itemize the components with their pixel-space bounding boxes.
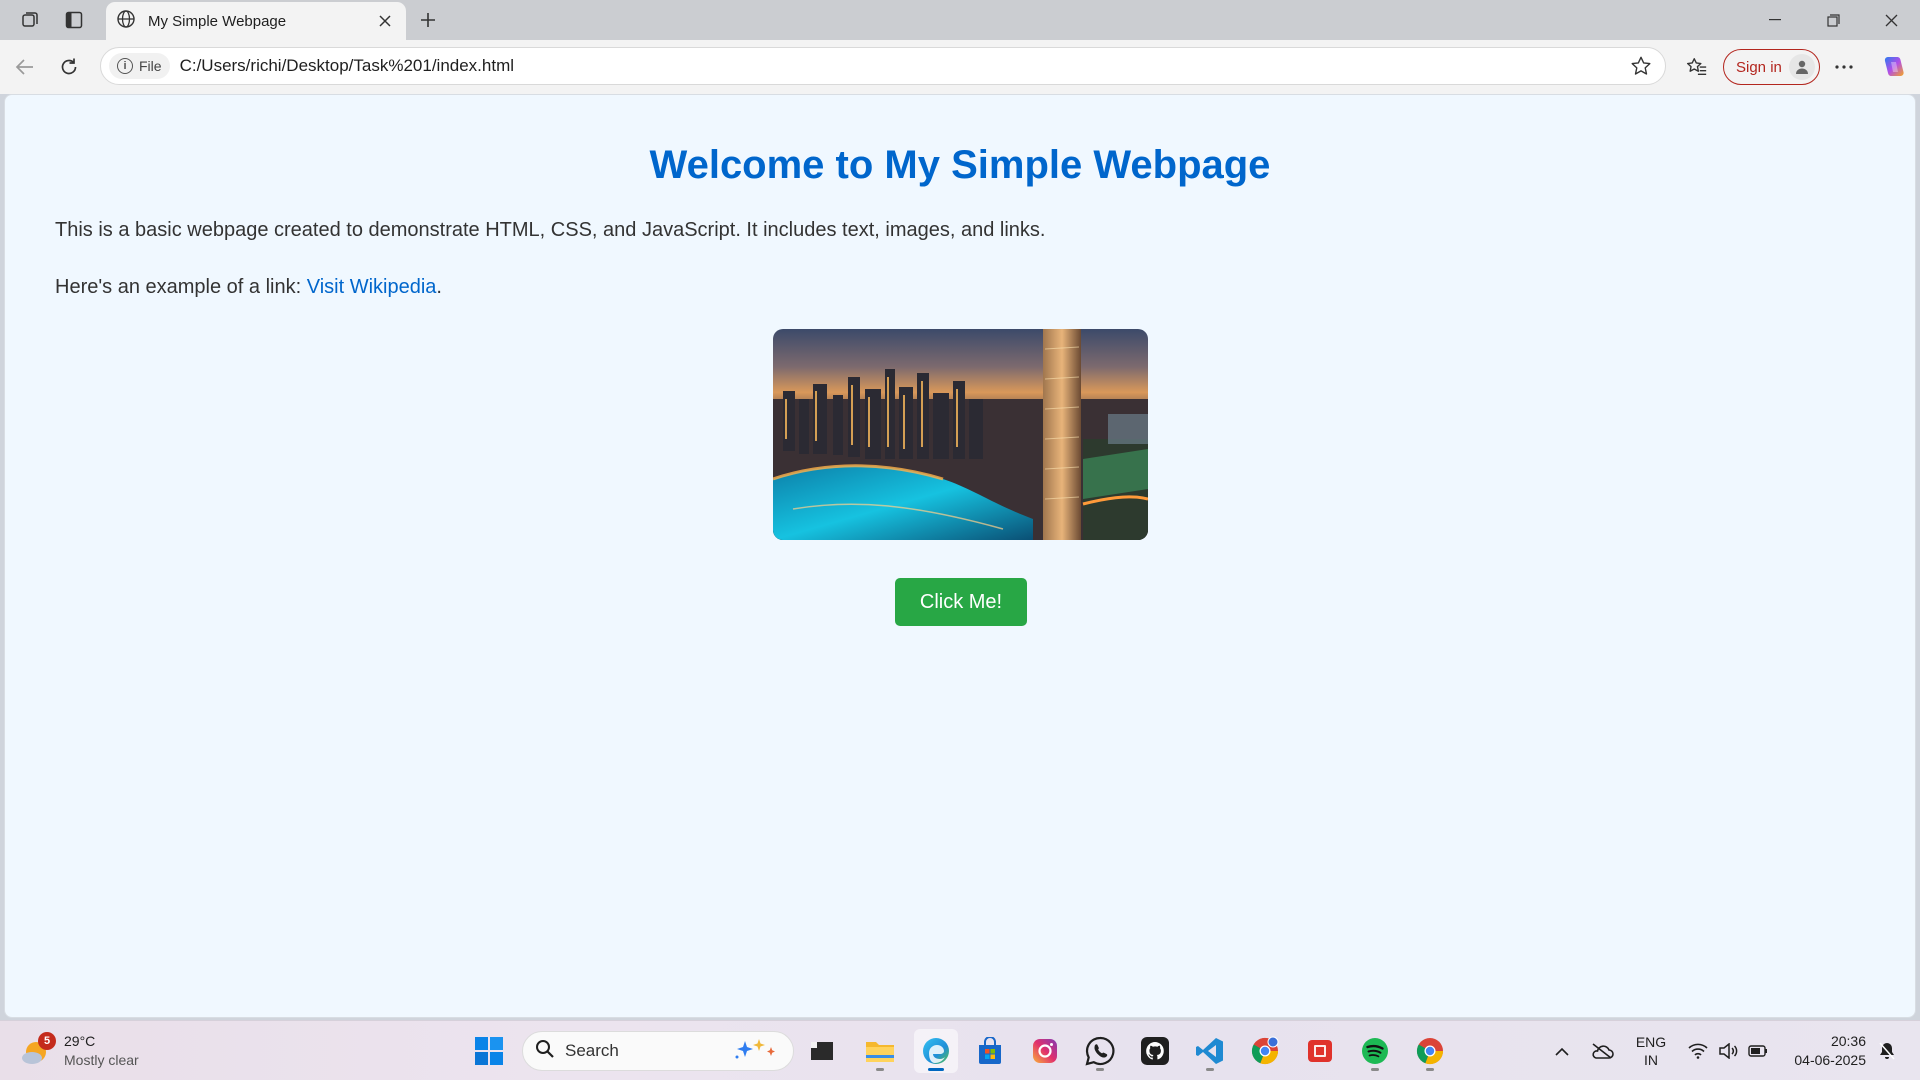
- microsoft-store-icon[interactable]: [968, 1029, 1012, 1073]
- running-indicator: [876, 1068, 884, 1071]
- wifi-icon[interactable]: [1684, 1031, 1712, 1071]
- edge-icon[interactable]: [914, 1029, 958, 1073]
- back-arrow-icon[interactable]: [8, 51, 42, 83]
- vscode-icon[interactable]: [1188, 1029, 1232, 1073]
- running-indicator: [1206, 1068, 1214, 1071]
- profile-avatar-icon: [1789, 54, 1815, 80]
- chrome-icon[interactable]: [1408, 1029, 1452, 1073]
- intro-paragraph: This is a basic webpage created to demon…: [55, 219, 1046, 241]
- weather-widget[interactable]: 5 29°C Mostly clear: [20, 1029, 139, 1073]
- browser-toolbar: i File C:/Users/richi/Desktop/Task%201/i…: [0, 40, 1920, 94]
- clock-time: 20:36: [1830, 1033, 1866, 1049]
- weather-badge: 5: [38, 1032, 56, 1050]
- close-window-icon[interactable]: [1862, 0, 1920, 40]
- file-label: File: [139, 58, 162, 74]
- link-paragraph: Here's an example of a link: Visit Wikip…: [55, 276, 442, 299]
- chrome-profile-icon[interactable]: [1243, 1029, 1287, 1073]
- whatsapp-icon[interactable]: [1078, 1029, 1122, 1073]
- search-icon: [535, 1039, 555, 1064]
- running-indicator: [1426, 1068, 1434, 1071]
- copilot-icon[interactable]: [1876, 51, 1910, 83]
- link-suffix: .: [436, 276, 442, 298]
- running-indicator: [928, 1068, 944, 1071]
- refresh-icon[interactable]: [52, 51, 86, 83]
- favorite-star-icon[interactable]: [1623, 50, 1659, 82]
- workspaces-icon[interactable]: [14, 6, 46, 34]
- minimize-icon[interactable]: [1746, 0, 1804, 40]
- url-text[interactable]: C:/Users/richi/Desktop/Task%201/index.ht…: [180, 56, 1623, 76]
- weather-temperature: 29°C: [64, 1033, 96, 1049]
- sign-in-label: Sign in: [1736, 58, 1782, 76]
- new-tab-icon[interactable]: [412, 6, 444, 34]
- wikipedia-link[interactable]: Visit Wikipedia: [307, 276, 437, 298]
- more-options-icon[interactable]: [1827, 51, 1861, 83]
- clock-date: 04-06-2025: [1794, 1052, 1866, 1068]
- language-region: IN: [1644, 1052, 1658, 1068]
- favorites-icon[interactable]: [1680, 51, 1714, 83]
- vertical-tabs-icon[interactable]: [58, 6, 90, 34]
- copilot-sparkle-icon: [731, 1037, 779, 1066]
- input-language-indicator[interactable]: ENG IN: [1628, 1031, 1674, 1071]
- city-skyline-image: [773, 329, 1148, 540]
- search-label: Search: [565, 1041, 619, 1060]
- tab-bar: My Simple Webpage: [0, 0, 1920, 40]
- battery-icon[interactable]: [1744, 1031, 1772, 1071]
- click-me-button[interactable]: Click Me!: [895, 578, 1027, 626]
- clock[interactable]: 20:36 04-06-2025: [1780, 1031, 1866, 1071]
- globe-icon: [116, 9, 136, 34]
- close-tab-icon[interactable]: [374, 10, 396, 32]
- start-windows-icon[interactable]: [467, 1029, 511, 1073]
- info-icon: i: [117, 58, 133, 74]
- running-indicator: [1371, 1068, 1379, 1071]
- tab-title: My Simple Webpage: [148, 12, 287, 30]
- taskbar-search[interactable]: Search: [522, 1031, 794, 1071]
- volume-icon[interactable]: [1714, 1031, 1742, 1071]
- taskbar: 5 29°C Mostly clear Search ENG IN 20:36 …: [0, 1020, 1920, 1080]
- link-prefix: Here's an example of a link:: [55, 276, 307, 298]
- weather-moon-cloud-icon: 5: [20, 1032, 56, 1068]
- language-code: ENG: [1635, 1034, 1667, 1050]
- address-bar[interactable]: i File C:/Users/richi/Desktop/Task%201/i…: [100, 47, 1666, 85]
- page-heading: Welcome to My Simple Webpage: [649, 143, 1271, 187]
- sign-in-button[interactable]: Sign in: [1723, 49, 1820, 85]
- red-app-icon[interactable]: [1298, 1029, 1342, 1073]
- onedrive-offline-icon[interactable]: [1586, 1031, 1618, 1071]
- spotify-icon[interactable]: [1353, 1029, 1397, 1073]
- site-info-chip[interactable]: i File: [109, 53, 170, 79]
- page-viewport: Welcome to My Simple Webpage This is a b…: [4, 94, 1916, 1018]
- weather-condition: Mostly clear: [64, 1052, 139, 1068]
- file-explorer-icon[interactable]: [858, 1029, 902, 1073]
- show-hidden-icons-chevron-up-icon[interactable]: [1548, 1031, 1576, 1071]
- github-icon[interactable]: [1133, 1029, 1177, 1073]
- instagram-icon[interactable]: [1023, 1029, 1067, 1073]
- notifications-bell-icon[interactable]: [1872, 1031, 1902, 1071]
- restore-icon[interactable]: [1804, 0, 1862, 40]
- tab-active[interactable]: My Simple Webpage: [106, 2, 406, 40]
- running-indicator: [1096, 1068, 1104, 1071]
- terminal-icon[interactable]: [800, 1029, 844, 1073]
